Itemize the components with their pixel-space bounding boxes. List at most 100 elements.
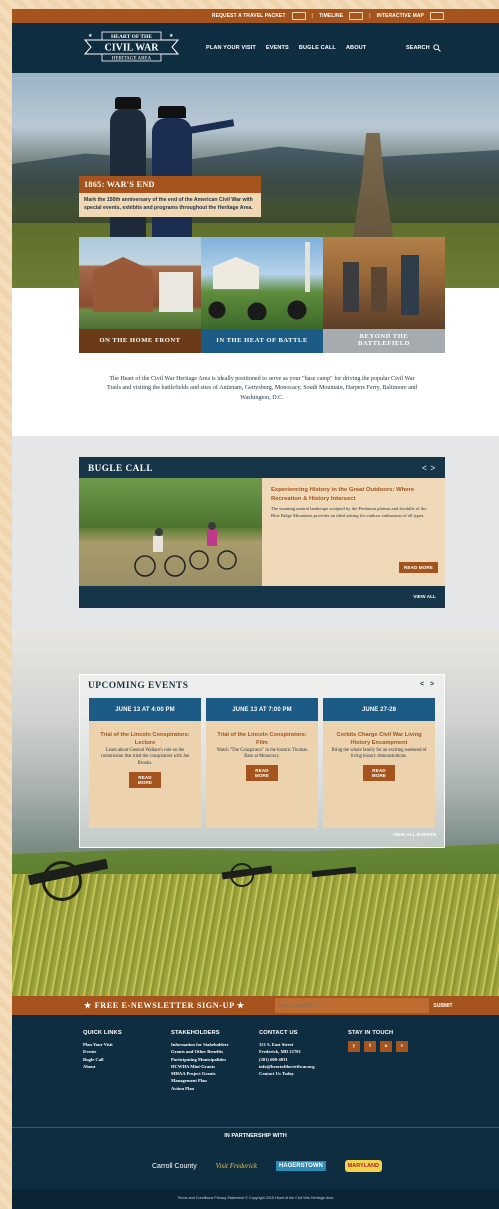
carroll-county-logo[interactable]: Carroll County bbox=[152, 1163, 197, 1170]
bugle-call-headline[interactable]: Experiencing History in the Great Outdoo… bbox=[271, 486, 436, 504]
interactive-map-link[interactable]: INTERACTIVE MAP bbox=[377, 13, 424, 19]
tile-beyond-battlefield-image bbox=[323, 237, 445, 329]
tile-home-front-image bbox=[79, 237, 201, 329]
bugle-view-all-link[interactable]: VIEW ALL bbox=[413, 595, 436, 600]
nav-about[interactable]: ABOUT bbox=[346, 45, 366, 51]
partner-logos: Carroll County Visit Frederick HAGERSTOW… bbox=[152, 1153, 382, 1179]
tile-home-front-label: ON THE HOME FRONT bbox=[79, 329, 201, 353]
search-button[interactable]: SEARCH bbox=[406, 44, 441, 52]
timeline-icon bbox=[349, 12, 364, 20]
twitter-icon[interactable]: y bbox=[348, 1041, 360, 1052]
bugle-call-body-text: The stunning natural landscape sculpted … bbox=[271, 506, 427, 519]
event-body: Watch "The Conspirator" in the historic … bbox=[216, 747, 308, 760]
bugle-call-panel: BUGLE CALL < > Experiencing History in t bbox=[79, 457, 445, 608]
footer-link[interactable]: Grants and Other Benefits bbox=[171, 1048, 229, 1055]
site-logo[interactable]: HEART OF THE CIVIL WAR HERITAGE AREA ★ ★ bbox=[80, 28, 183, 66]
logo-line3: HERITAGE AREA bbox=[112, 57, 152, 62]
hagerstown-logo[interactable]: HAGERSTOWN bbox=[275, 1161, 326, 1171]
footer-link[interactable]: Bugle Call bbox=[83, 1056, 122, 1063]
event-card[interactable]: JUNE 27-28 Corbits Charge Civil War Livi… bbox=[323, 698, 435, 828]
footer-phone[interactable]: (301) 600-4031 bbox=[259, 1056, 315, 1063]
bugle-read-more-button[interactable]: READ MORE bbox=[399, 562, 438, 573]
footer-link[interactable]: Plan Your Visit bbox=[83, 1041, 122, 1048]
nav-plan-your-visit[interactable]: PLAN YOUR VISIT bbox=[206, 45, 256, 51]
utility-bar: REQUEST A TRAVEL PACKET | TIMELINE | INT… bbox=[12, 9, 499, 23]
bugle-call-header: BUGLE CALL < > bbox=[79, 457, 445, 478]
site-footer: QUICK LINKS Plan Your Visit Events Bugle… bbox=[12, 1015, 499, 1209]
bugle-call-title: BUGLE CALL bbox=[88, 462, 153, 473]
visit-frederick-logo[interactable]: Visit Frederick bbox=[216, 1162, 257, 1170]
logo-line2: CIVIL WAR bbox=[105, 43, 160, 54]
event-read-more-button[interactable]: READ MORE bbox=[246, 765, 278, 782]
event-title[interactable]: Corbits Charge Civil War Living History … bbox=[323, 721, 435, 748]
footer-city: Frederick, MD 21701 bbox=[259, 1049, 301, 1055]
tile-beyond-battlefield-label: BEYOND THE BATTLEFIELD bbox=[323, 329, 445, 353]
footer-social-title: STAY IN TOUCH bbox=[348, 1030, 394, 1036]
footer-quick-links: QUICK LINKS Plan Your Visit Events Bugle… bbox=[83, 1030, 122, 1070]
travel-packet-link[interactable]: REQUEST A TRAVEL PACKET bbox=[212, 13, 286, 19]
footer-link[interactable]: Management Plan bbox=[171, 1077, 229, 1084]
bugle-call-arrows[interactable]: < > bbox=[422, 463, 436, 473]
footer-link[interactable]: HCWHA Mini-Grants bbox=[171, 1063, 229, 1070]
partner-heading: IN PARTNERSHIP WITH bbox=[12, 1124, 499, 1142]
event-date: JUNE 13 AT 4:00 PM bbox=[89, 698, 201, 721]
nav-events[interactable]: EVENTS bbox=[266, 45, 289, 51]
event-date: JUNE 13 AT 7:00 PM bbox=[206, 698, 318, 721]
footer-link[interactable]: Action Plan bbox=[171, 1085, 229, 1092]
events-arrows[interactable]: < > bbox=[420, 681, 436, 688]
maryland-logo[interactable]: MARYLAND bbox=[344, 1160, 382, 1172]
nav-bugle-call[interactable]: BUGLE CALL bbox=[299, 45, 336, 51]
footer-contact-title: CONTACT US bbox=[259, 1030, 298, 1036]
separator: | bbox=[311, 13, 314, 19]
hero-caption[interactable]: 1865: WAR'S END Mark the 150th anniversa… bbox=[79, 176, 261, 217]
map-icon bbox=[430, 12, 444, 20]
logo-line1: HEART OF THE bbox=[111, 34, 152, 40]
events-section: UPCOMING EVENTS < > JUNE 13 AT 4:00 PM T… bbox=[12, 629, 499, 996]
svg-text:★: ★ bbox=[88, 33, 93, 39]
footer-quick-links-title: QUICK LINKS bbox=[83, 1030, 122, 1036]
event-date: JUNE 27-28 bbox=[323, 698, 435, 721]
footer-link[interactable]: About bbox=[83, 1063, 122, 1070]
event-cards: JUNE 13 AT 4:00 PM Trial of the Lincoln … bbox=[89, 698, 435, 828]
footer-link[interactable]: Events bbox=[83, 1048, 122, 1055]
instagram-icon[interactable]: o bbox=[380, 1041, 392, 1052]
events-panel: UPCOMING EVENTS < > JUNE 13 AT 4:00 PM T… bbox=[79, 674, 445, 848]
tile-home-front[interactable]: ON THE HOME FRONT bbox=[79, 237, 201, 353]
event-read-more-button[interactable]: READ MORE bbox=[129, 771, 161, 788]
social-icons: y f o v bbox=[348, 1041, 408, 1052]
event-title[interactable]: Trial of the Lincoln Conspirators: Lectu… bbox=[89, 721, 201, 748]
footer-link[interactable]: MHAA Project Grants bbox=[171, 1070, 229, 1077]
newsletter-email-input[interactable] bbox=[275, 998, 429, 1013]
footer-email[interactable]: info@heartofthecivilwar.org bbox=[259, 1063, 315, 1070]
footer-link[interactable]: Participating Municipalities bbox=[171, 1056, 229, 1063]
vimeo-icon[interactable]: v bbox=[396, 1041, 408, 1052]
events-view-all-link[interactable]: VIEW ALL EVENTS bbox=[393, 833, 436, 838]
tile-beyond-battlefield[interactable]: BEYOND THE BATTLEFIELD bbox=[323, 237, 445, 353]
separator: | bbox=[369, 13, 371, 19]
bugle-call-section: BUGLE CALL < > Experiencing History in t bbox=[12, 436, 499, 629]
bugle-call-text: Experiencing History in the Great Outdoo… bbox=[262, 478, 445, 586]
footer-social: STAY IN TOUCH y f o v bbox=[348, 1030, 408, 1052]
footer-contact-link[interactable]: Contact Us Today bbox=[259, 1070, 315, 1077]
hero-figure-hat-left bbox=[115, 97, 141, 109]
event-title[interactable]: Trial of the Lincoln Conspirators: Film bbox=[206, 721, 318, 748]
hero-figure-hat-right bbox=[158, 106, 186, 118]
events-background-field bbox=[12, 874, 499, 996]
partner-title: IN PARTNERSHIP WITH bbox=[218, 1133, 293, 1139]
tile-heat-of-battle[interactable]: IN THE HEAT OF BATTLE bbox=[201, 237, 323, 353]
facebook-icon[interactable]: f bbox=[364, 1041, 376, 1052]
main-nav: HEART OF THE CIVIL WAR HERITAGE AREA ★ ★… bbox=[12, 23, 499, 73]
footer-stakeholders: STAKEHOLDERS Information for Stakeholder… bbox=[171, 1030, 229, 1092]
search-icon bbox=[432, 44, 441, 52]
event-read-more-button[interactable]: READ MORE bbox=[363, 765, 395, 782]
intro-text: The Heart of the Civil War Heritage Area… bbox=[106, 376, 418, 401]
newsletter-submit-button[interactable]: SUBMIT bbox=[430, 998, 456, 1013]
event-card[interactable]: JUNE 13 AT 4:00 PM Trial of the Lincoln … bbox=[89, 698, 201, 828]
bugle-call-body: Experiencing History in the Great Outdoo… bbox=[79, 478, 445, 586]
event-card[interactable]: JUNE 13 AT 7:00 PM Trial of the Lincoln … bbox=[206, 698, 318, 828]
footer-link[interactable]: Information for Stakeholders bbox=[171, 1041, 229, 1048]
timeline-link[interactable]: TIMELINE bbox=[319, 13, 343, 19]
hero-title: 1865: WAR'S END bbox=[79, 176, 261, 193]
newsletter-title: ★ FREE E-NEWSLETTER SIGN-UP ★ bbox=[84, 1001, 245, 1010]
cannon-left-wheel bbox=[42, 861, 82, 901]
